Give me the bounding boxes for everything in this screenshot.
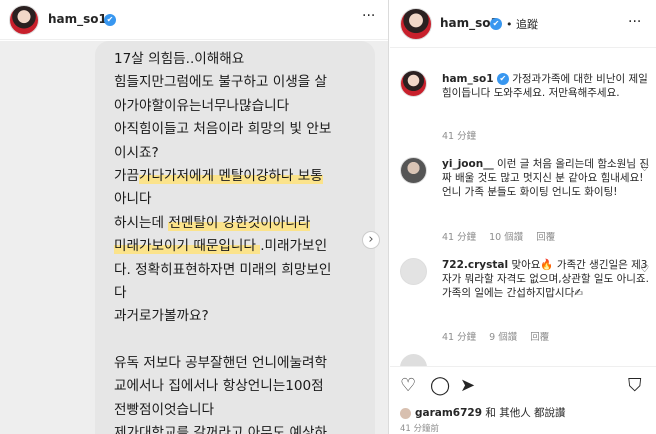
message-line: 가끔가다가저에게 멘탈이강하다 보통: [114, 165, 376, 188]
message-highlight: 전멘탈이 강한것이아니라: [168, 214, 311, 231]
more-options-icon[interactable]: ···: [362, 8, 375, 24]
reply-button[interactable]: 回覆: [530, 332, 549, 343]
message-line: 교에서나 집에서나 항상언니는100점: [114, 378, 324, 395]
comment-body: 722.crystal 맞아요🔥 가족간 생긴일은 제3자가 뭐라할 자격도 없…: [442, 258, 652, 300]
comment-meta: 41 分鐘 9 個讚 回覆: [442, 329, 559, 343]
next-image-button[interactable]: ›: [362, 231, 380, 249]
share-icon[interactable]: ➤: [460, 375, 475, 396]
commenter-avatar[interactable]: [400, 258, 427, 285]
post-header: ham_so1 ✔ ···: [0, 0, 388, 40]
message-line: 미래가보이기 때문입니다 .미래가보인: [114, 235, 376, 258]
verified-icon: ✔: [104, 14, 116, 26]
message-text: 17살 의힘듬..이해해요 힘들지만그럼에도 불구하고 이생을 살 아가야할이유…: [114, 48, 376, 434]
post-action-bar: ♡ ◯ ➤ ⛉ garam6729 和 其他人 都說讚 41 分鐘前: [390, 366, 656, 434]
comment-body: ham_so1 ✔ 가정과가족에 대한 비난이 제일 힘이듭니다 도와주세요. …: [442, 72, 652, 100]
user-avatar[interactable]: [9, 5, 39, 35]
post-username[interactable]: ham_so1: [48, 12, 107, 26]
commenter-avatar[interactable]: [400, 70, 427, 97]
message-line: 힘들지만그럼에도 불구하고 이생을 살: [114, 74, 328, 91]
message-line: 유독 저보다 공부잘핸던 언니에눌려학: [114, 355, 328, 372]
sidebar-header: ham_so1 ✔ • 追蹤 ···: [390, 0, 656, 48]
more-options-icon[interactable]: ···: [628, 14, 641, 30]
message-line: 다. 정확히표현하자면 미래의 희망보인: [114, 261, 332, 278]
comments-panel: ham_so1 ✔ • 追蹤 ··· ham_so1 ✔ 가정과가족에 대한 비…: [390, 0, 656, 434]
message-line: 전빵점이엇습니다: [114, 401, 215, 418]
like-comment-icon[interactable]: ♡: [640, 163, 649, 174]
liker-username[interactable]: garam6729: [415, 407, 482, 419]
message-line: 아니다: [114, 191, 152, 208]
like-comment-icon[interactable]: ♡: [640, 264, 649, 275]
comment-body: yi_joon__ 이런 글 처음 올리는데 함소원님 진짜 배울 것도 많고 …: [442, 157, 652, 199]
message-line: [114, 329, 376, 352]
comment-meta: 41 分鐘: [442, 128, 486, 142]
comment-meta: 41 分鐘 10 個讚 回覆: [442, 229, 565, 243]
comment-username[interactable]: 722.crystal: [442, 259, 508, 271]
comment-likes[interactable]: 10 個讚: [489, 232, 523, 243]
message-line: 다: [114, 284, 127, 301]
message-line: 하시는데 전멘탈이 강한것이아니라: [114, 212, 376, 235]
comment-likes[interactable]: 9 個讚: [489, 332, 517, 343]
comment-username[interactable]: yi_joon__: [442, 158, 494, 170]
message-plain: 가끔: [114, 167, 140, 184]
likes-summary: garam6729 和 其他人 都說讚: [400, 405, 566, 420]
reply-button[interactable]: 回覆: [536, 232, 555, 243]
message-plain: 하시는데: [114, 214, 169, 231]
likes-text[interactable]: 和 其他人 都說讚: [482, 407, 565, 419]
message-line: 과거로가볼까요?: [114, 308, 209, 325]
verified-icon: ✔: [490, 18, 502, 30]
message-line: 아가야할이유는너무나많습니다: [114, 97, 290, 114]
user-avatar[interactable]: [400, 8, 432, 40]
message-highlight: 가다가저에게 멘탈이강하다 보통: [139, 167, 323, 184]
message-plain: .미래가보인: [260, 238, 328, 255]
liker-avatar: [400, 407, 411, 419]
comment-time: 41 分鐘: [442, 131, 477, 142]
comment-icon[interactable]: ◯: [430, 375, 450, 396]
commenter-avatar[interactable]: [400, 157, 427, 184]
message-line: 제가대학교를 갈꺼라고 아무도 예상하: [114, 425, 328, 434]
comment-username[interactable]: ham_so1: [442, 73, 494, 85]
like-heart-icon[interactable]: ♡: [400, 375, 416, 396]
post-panel: ham_so1 ✔ ··· 17살 의힘듬..이해해요 힘들지만그럼에도 불구하…: [0, 0, 389, 434]
comment-time: 41 分鐘: [442, 332, 477, 343]
post-time: 41 分鐘前: [400, 424, 440, 434]
follow-button[interactable]: • 追蹤: [506, 16, 538, 32]
bookmark-icon[interactable]: ⛉: [628, 375, 642, 396]
message-line: 17살 의힘듬..이해해요: [114, 51, 245, 67]
message-line: 아직힘이들고 처음이라 희망의 빛 안보: [114, 121, 332, 138]
verified-icon: ✔: [496, 73, 509, 85]
message-line: 이시죠?: [114, 144, 159, 161]
comment-time: 41 分鐘: [442, 232, 477, 243]
message-highlight: 미래가보이기 때문입니다: [114, 238, 261, 255]
